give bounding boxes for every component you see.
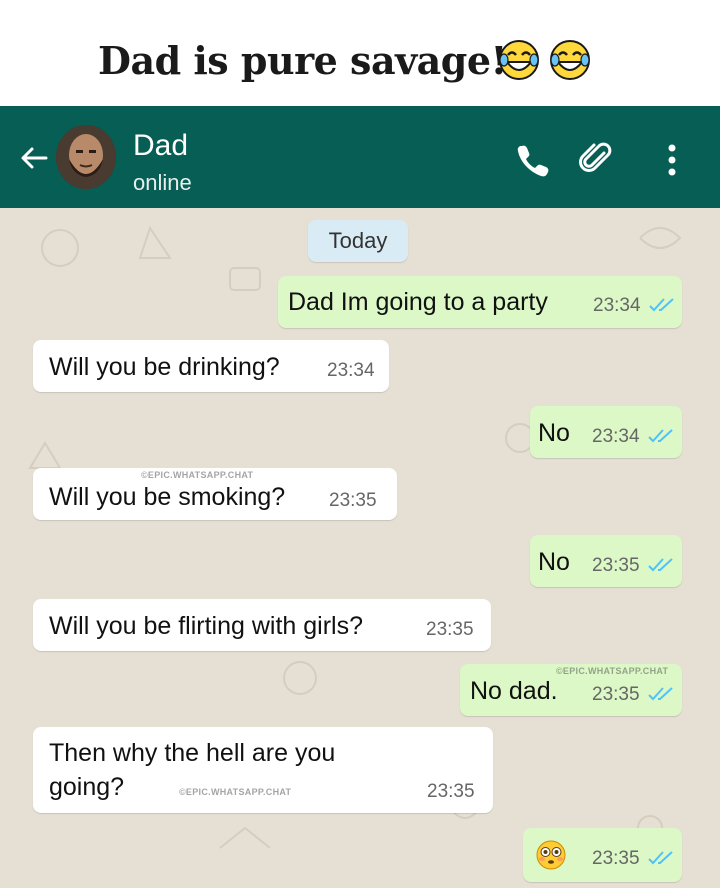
message-bubble-incoming[interactable]: Will you be drinking? 23:34 <box>33 340 389 392</box>
tears-of-joy-emoji-icon <box>499 40 539 80</box>
meme-caption: Dad is pure savage! <box>0 0 720 106</box>
message-time: 23:34 <box>327 360 375 381</box>
caption-text: Dad is pure savage! <box>98 38 507 83</box>
message-time: 23:35 <box>592 555 640 576</box>
watermark-text: ©EPIC.WHATSAPP.CHAT <box>141 470 254 480</box>
message-bubble-outgoing[interactable]: No 23:35 <box>530 535 682 587</box>
message-bubble-outgoing[interactable]: 23:35 <box>523 828 682 882</box>
date-separator: Today <box>308 220 408 262</box>
message-text-line-2: going? <box>49 773 125 801</box>
message-text: Will you be drinking? <box>49 353 280 381</box>
watermark-text: ©EPIC.WHATSAPP.CHAT <box>179 787 292 797</box>
avatar[interactable] <box>56 125 116 189</box>
tears-of-joy-emoji-icon <box>550 40 590 80</box>
message-time: 23:35 <box>592 684 640 705</box>
message-time: 23:35 <box>329 490 377 511</box>
message-text-line-1: Then why the hell are you <box>49 739 336 767</box>
back-arrow-icon[interactable] <box>14 138 54 178</box>
more-vert-icon[interactable] <box>662 140 682 180</box>
message-time: 23:35 <box>427 781 475 802</box>
watermark-text: ©EPIC.WHATSAPP.CHAT <box>556 666 669 676</box>
paperclip-icon[interactable] <box>578 141 614 177</box>
read-receipt-icon <box>648 429 673 443</box>
phone-icon[interactable] <box>514 141 550 177</box>
message-text: Dad Im going to a party <box>288 288 548 316</box>
message-time: 23:34 <box>593 295 641 316</box>
read-receipt-icon <box>649 298 674 312</box>
message-time: 23:35 <box>592 848 640 869</box>
message-bubble-incoming[interactable]: ©EPIC.WHATSAPP.CHAT Will you be smoking?… <box>33 468 397 520</box>
flushed-face-emoji-icon <box>536 840 566 870</box>
message-text: Will you be flirting with girls? <box>49 612 363 640</box>
message-text: No <box>538 419 570 447</box>
message-bubble-incoming[interactable]: Then why the hell are you going? ©EPIC.W… <box>33 727 493 813</box>
read-receipt-icon <box>648 851 673 865</box>
read-receipt-icon <box>648 687 673 701</box>
message-text: No <box>538 548 570 576</box>
message-time: 23:34 <box>592 426 640 447</box>
message-text: No dad. <box>470 677 558 705</box>
message-time: 23:35 <box>426 619 474 640</box>
message-bubble-outgoing[interactable]: Dad Im going to a party 23:34 <box>278 276 682 328</box>
message-bubble-outgoing[interactable]: No 23:34 <box>530 406 682 458</box>
message-bubble-outgoing[interactable]: ©EPIC.WHATSAPP.CHAT No dad. 23:35 <box>460 664 682 716</box>
message-text: Will you be smoking? <box>49 483 286 511</box>
contact-status: online <box>133 170 192 195</box>
contact-name[interactable]: Dad <box>133 129 188 163</box>
read-receipt-icon <box>648 558 673 572</box>
message-bubble-incoming[interactable]: Will you be flirting with girls? 23:35 <box>33 599 491 651</box>
